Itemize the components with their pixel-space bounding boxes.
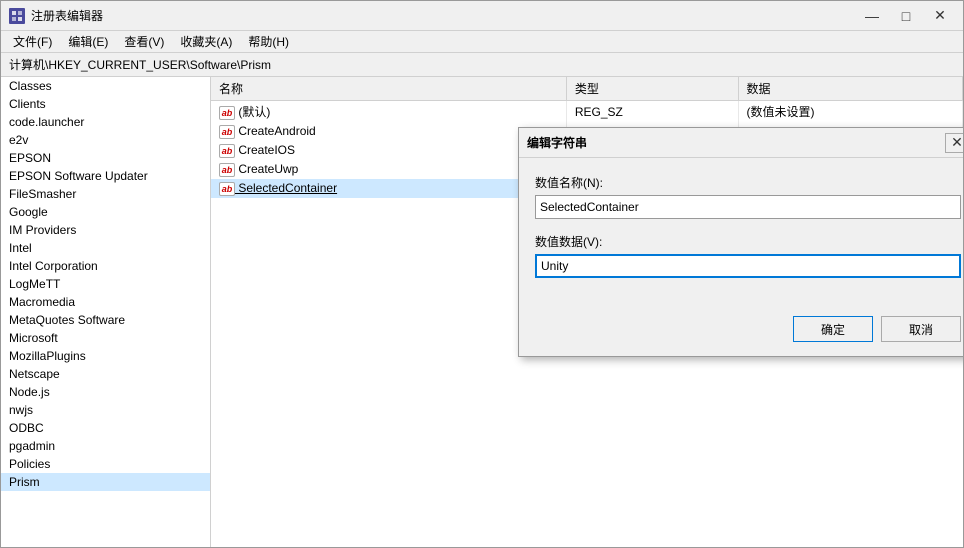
ab-icon: ab [219,182,235,196]
ab-icon: ab [219,163,235,177]
cell-data: (数值未设置) [738,101,962,123]
cell-name: ab CreateUwp [211,160,566,179]
registry-panel: 名称 类型 数据 ab (默认)REG_SZ(数值未设置)ab CreateAn… [211,77,963,547]
menu-item[interactable]: 编辑(E) [60,31,116,52]
dialog-buttons: 确定 取消 [519,308,963,356]
cell-name: ab (默认) [211,101,566,123]
sidebar-item[interactable]: Prism [1,473,210,491]
sidebar-item[interactable]: ODBC [1,419,210,437]
name-input[interactable] [535,195,961,219]
cell-name: ab CreateAndroid [211,122,566,141]
ok-button[interactable]: 确定 [793,316,873,342]
title-bar: 注册表编辑器 — □ ✕ [1,1,963,31]
ab-icon: ab [219,144,235,158]
dialog-body: 数值名称(N): 数值数据(V): [519,158,963,308]
title-bar-left: 注册表编辑器 [9,7,103,24]
sidebar-item[interactable]: EPSON [1,149,210,167]
menu-bar: 文件(F)编辑(E)查看(V)收藏夹(A)帮助(H) [1,31,963,53]
sidebar-item[interactable]: EPSON Software Updater [1,167,210,185]
dialog-title-bar: 编辑字符串 ✕ [519,128,963,158]
reg-name: CreateIOS [235,143,295,157]
sidebar-item[interactable]: Classes [1,77,210,95]
sidebar-item[interactable]: Netscape [1,365,210,383]
ab-icon: ab [219,106,235,120]
close-button[interactable]: ✕ [925,6,955,26]
col-name: 名称 [211,77,566,101]
menu-item[interactable]: 帮助(H) [240,31,297,52]
dialog-title: 编辑字符串 [527,134,587,151]
sidebar-item[interactable]: Node.js [1,383,210,401]
maximize-button[interactable]: □ [891,6,921,26]
reg-name: (默认) [235,105,270,119]
app-icon [9,8,25,24]
cell-type: REG_SZ [566,101,738,123]
cell-name: ab CreateIOS [211,141,566,160]
edit-string-dialog: 编辑字符串 ✕ 数值名称(N): 数值数据(V): 确定 取消 [518,127,963,357]
main-window: 注册表编辑器 — □ ✕ 文件(F)编辑(E)查看(V)收藏夹(A)帮助(H) … [0,0,964,548]
sidebar-item[interactable]: e2v [1,131,210,149]
address-bar: 计算机\HKEY_CURRENT_USER\Software\Prism [1,53,963,77]
sidebar-item[interactable]: IM Providers [1,221,210,239]
dialog-close-button[interactable]: ✕ [945,133,963,153]
sidebar-item[interactable]: MetaQuotes Software [1,311,210,329]
data-input[interactable] [535,254,961,278]
sidebar-item[interactable]: Macromedia [1,293,210,311]
sidebar-item[interactable]: Intel [1,239,210,257]
sidebar-item[interactable]: Google [1,203,210,221]
sidebar-item[interactable]: code.launcher [1,113,210,131]
sidebar-item[interactable]: MozillaPlugins [1,347,210,365]
col-data: 数据 [738,77,962,101]
sidebar-item[interactable]: Intel Corporation [1,257,210,275]
ab-icon: ab [219,125,235,139]
reg-name: CreateUwp [235,162,298,176]
address-text: 计算机\HKEY_CURRENT_USER\Software\Prism [9,56,271,73]
cell-name: ab SelectedContainer [211,179,566,198]
sidebar[interactable]: ClassesClientscode.launchere2vEPSONEPSON… [1,77,211,547]
window-title: 注册表编辑器 [31,7,103,24]
data-label: 数值数据(V): [535,233,961,250]
menu-item[interactable]: 文件(F) [5,31,60,52]
minimize-button[interactable]: — [857,6,887,26]
col-type: 类型 [566,77,738,101]
sidebar-item[interactable]: Policies [1,455,210,473]
window-controls: — □ ✕ [857,6,955,26]
main-content: ClassesClientscode.launchere2vEPSONEPSON… [1,77,963,547]
menu-item[interactable]: 收藏夹(A) [172,31,240,52]
sidebar-item[interactable]: nwjs [1,401,210,419]
sidebar-item[interactable]: pgadmin [1,437,210,455]
sidebar-item[interactable]: LogMeTT [1,275,210,293]
table-row[interactable]: ab (默认)REG_SZ(数值未设置) [211,101,963,123]
reg-name: CreateAndroid [235,124,316,138]
name-label: 数值名称(N): [535,174,961,191]
reg-name: SelectedContainer [235,181,337,195]
sidebar-item[interactable]: Clients [1,95,210,113]
cancel-button[interactable]: 取消 [881,316,961,342]
sidebar-item[interactable]: Microsoft [1,329,210,347]
menu-item[interactable]: 查看(V) [116,31,172,52]
sidebar-item[interactable]: FileSmasher [1,185,210,203]
